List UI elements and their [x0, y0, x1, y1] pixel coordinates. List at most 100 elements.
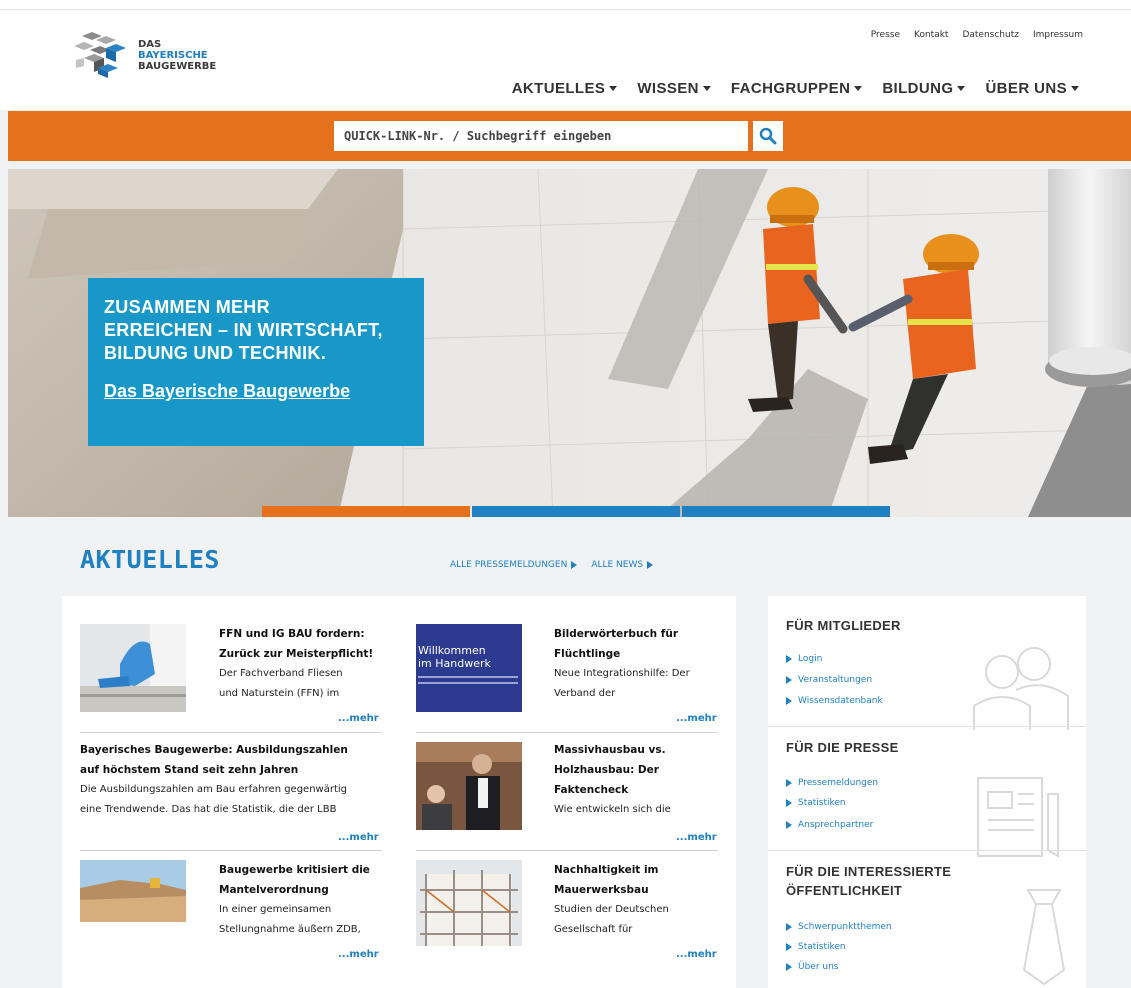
news-title-line: Baugewerbe kritisiert die	[219, 864, 370, 876]
play-arrow-icon	[786, 655, 792, 663]
news-divider	[416, 850, 718, 851]
news-item[interactable]: FFN und IG BAU fordern: Zurück zur Meiste…	[219, 624, 389, 704]
more-link[interactable]: ...mehr	[676, 713, 717, 724]
news-thumbnail-book[interactable]: Willkommen im Handwerk	[416, 624, 522, 712]
more-link[interactable]: ...mehr	[676, 949, 717, 960]
news-title-line: Massivhausbau vs.	[554, 744, 666, 756]
news-divider	[416, 732, 718, 733]
news-teaser-line: Studien der Deutschen	[554, 904, 669, 915]
nav-label: FACHGRUPPEN	[730, 80, 851, 97]
hero-link[interactable]: Das Bayerische Baugewerbe	[104, 381, 350, 402]
nav-label: WISSEN	[637, 80, 699, 97]
news-title-line: Holzhausbau: Der	[554, 764, 659, 776]
sidebar-link-ueber-uns[interactable]: Über uns	[786, 962, 839, 972]
more-link[interactable]: ...mehr	[338, 832, 379, 843]
sidebar-link-schwerpunktthemen[interactable]: Schwerpunktthemen	[786, 922, 892, 932]
slider-indicator-1[interactable]	[262, 506, 470, 517]
news-item[interactable]: Baugewerbe kritisiert die Mantelverordnun…	[219, 860, 389, 940]
sidebar-link-wissensdatenbank[interactable]: Wissensdatenbank	[786, 696, 883, 706]
search-icon	[759, 127, 777, 145]
nav-wissen[interactable]: WISSEN	[637, 80, 711, 97]
news-teaser: Die Ausbildungszahlen am Bau erfahren ge…	[80, 780, 390, 820]
top-border	[0, 0, 1131, 10]
search-button[interactable]	[753, 121, 783, 151]
news-item[interactable]: Bilderwörterbuch für Flüchtlinge Neue Int…	[554, 624, 724, 704]
news-title: Bayerisches Baugewerbe: Ausbildungszahle…	[80, 740, 390, 780]
hero-title: ZUSAMMEN MEHR ERREICHEN – IN WIRTSCHAFT,…	[104, 296, 408, 365]
chevron-down-icon	[609, 86, 618, 91]
nav-ueber-uns[interactable]: ÜBER UNS	[985, 80, 1079, 97]
play-arrow-icon	[786, 943, 792, 951]
slider-indicator-2[interactable]	[472, 506, 680, 517]
news-teaser-line: Stellungnahme äußern ZDB,	[219, 924, 361, 935]
chevron-down-icon	[854, 86, 863, 91]
meta-link-presse[interactable]: Presse	[871, 30, 900, 40]
link-label: ALLE PRESSEMELDUNGEN	[450, 560, 568, 570]
link-alle-pressemeldungen[interactable]: ALLE PRESSEMELDUNGEN	[450, 560, 578, 570]
logo-line-3: BAUGEWERBE	[138, 60, 217, 72]
tie-icon	[1022, 889, 1066, 986]
more-link[interactable]: ...mehr	[338, 713, 379, 724]
people-icon	[973, 647, 1069, 730]
news-title-line: auf höchstem Stand seit zehn Jahren	[80, 764, 299, 776]
link-alle-news[interactable]: ALLE NEWS	[591, 560, 654, 570]
sidebar-link-label: Wissensdatenbank	[798, 696, 883, 706]
sidebar-link-label: Statistiken	[798, 942, 846, 952]
news-item[interactable]: Bayerisches Baugewerbe: Ausbildungszahle…	[80, 740, 390, 820]
site-header: DAS BAYERISCHE BAUGEWERBE Presse Kontakt…	[0, 10, 1131, 110]
sidebar-link-statistiken[interactable]: Statistiken	[786, 798, 846, 808]
news-title-line: Mantelverordnung	[219, 884, 329, 896]
site-logo[interactable]: DAS BAYERISCHE BAUGEWERBE	[72, 32, 216, 78]
meta-link-kontakt[interactable]: Kontakt	[914, 30, 948, 40]
slider-indicator-3[interactable]	[682, 506, 890, 517]
nav-label: ÜBER UNS	[985, 80, 1067, 97]
sidebar-link-veranstaltungen[interactable]: Veranstaltungen	[786, 675, 872, 685]
news-teaser-line: und Naturstein (FFN) im	[219, 688, 340, 699]
sidebar-link-pressemeldungen[interactable]: Pressemeldungen	[786, 778, 878, 788]
search-input[interactable]	[334, 121, 748, 151]
meta-link-datenschutz[interactable]: Datenschutz	[962, 30, 1019, 40]
news-title-line: FFN und IG BAU fordern:	[219, 628, 365, 640]
news-teaser-line: Die Ausbildungszahlen am Bau erfahren ge…	[80, 784, 348, 795]
news-thumbnail-people[interactable]	[416, 742, 522, 830]
meta-link-impressum[interactable]: Impressum	[1033, 30, 1083, 40]
news-teaser-line: In einer gemeinsamen	[219, 904, 332, 915]
news-teaser: Studien der Deutschen Gesellschaft für	[554, 900, 724, 940]
news-item[interactable]: Nachhaltigkeit im Mauerwerksbau Studien d…	[554, 860, 724, 940]
sidebar-link-label: Login	[798, 654, 823, 664]
nav-aktuelles[interactable]: AKTUELLES	[512, 80, 618, 97]
book-subtitle-lines	[418, 682, 518, 684]
more-link[interactable]: ...mehr	[676, 832, 717, 843]
hero-slider: ZUSAMMEN MEHR ERREICHEN – IN WIRTSCHAFT,…	[8, 169, 1131, 517]
sidebar-link-ansprechpartner[interactable]: Ansprechpartner	[786, 820, 873, 830]
news-teaser-line: Wie entwickeln sich die	[554, 804, 671, 815]
news-title: Baugewerbe kritisiert die Mantelverordnun…	[219, 860, 389, 900]
play-arrow-icon	[571, 560, 578, 569]
news-divider	[80, 732, 382, 733]
nav-label: AKTUELLES	[511, 80, 606, 97]
play-arrow-icon	[786, 779, 792, 787]
link-label: ALLE NEWS	[591, 560, 644, 570]
nav-bildung[interactable]: BILDUNG	[882, 80, 966, 97]
chevron-down-icon	[1071, 86, 1079, 91]
sidebar-link-label: Ansprechpartner	[798, 820, 874, 830]
nav-fachgruppen[interactable]: FACHGRUPPEN	[730, 80, 863, 97]
news-title-line: Mauerwerksbau	[554, 884, 649, 896]
news-thumbnail-scaffold[interactable]	[416, 860, 522, 946]
news-thumbnail-excavation[interactable]	[80, 860, 186, 922]
people-photo-image	[416, 742, 522, 830]
sidebar-link-login[interactable]: Login	[786, 654, 822, 664]
book-subtitle-lines	[418, 676, 518, 678]
news-thumbnail-tiles[interactable]	[80, 624, 186, 712]
tiler-hand-image	[80, 624, 186, 712]
sidebar-link-label: Schwerpunktthemen	[798, 922, 892, 932]
news-title-line: Bilderwörterbuch für	[554, 628, 678, 640]
chevron-down-icon	[957, 86, 966, 91]
book-title-line: Willkommen	[418, 644, 486, 657]
logo-line-2: BAYERISCHE	[138, 49, 208, 61]
news-item[interactable]: Massivhausbau vs. Holzhausbau: Der Faktenc…	[554, 740, 724, 820]
sidebar-link-statistiken-public[interactable]: Statistiken	[786, 942, 846, 952]
sidebar-divider	[768, 726, 1086, 727]
play-arrow-icon	[786, 676, 792, 684]
more-link[interactable]: ...mehr	[338, 949, 379, 960]
